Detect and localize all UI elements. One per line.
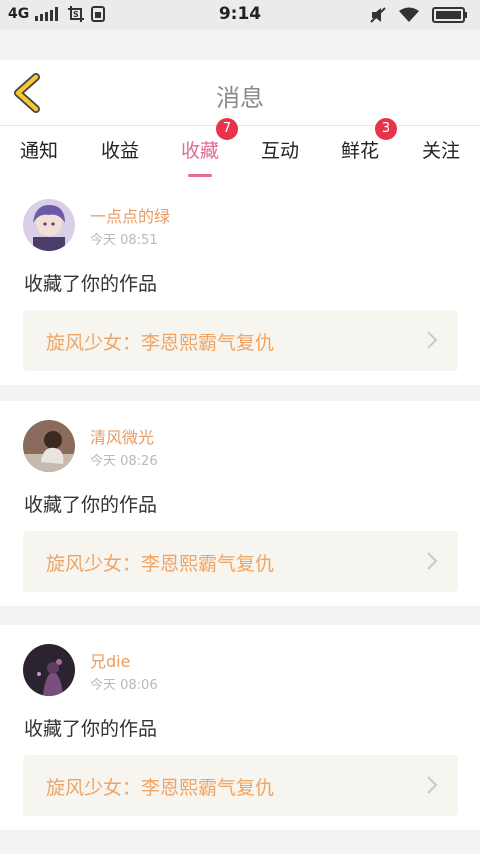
chevron-right-icon xyxy=(427,331,438,349)
avatar[interactable] xyxy=(23,644,75,696)
battery-icon xyxy=(432,7,467,23)
tab-label: 鲜花 xyxy=(340,140,379,162)
work-link[interactable]: 旋风少女：李恩熙霸气复仇 xyxy=(23,310,458,371)
flowers-count-badge: 3 xyxy=(375,118,397,140)
message-tabs: 通知 收益 收藏 7 互动 鲜花 3 关注 xyxy=(0,118,480,180)
tab-label: 收益 xyxy=(100,140,139,162)
tab-label: 通知 xyxy=(19,140,58,162)
message-card: 一点点的绿 今天 08:51 收藏了你的作品 旋风少女：李恩熙霸气复仇 xyxy=(0,180,480,385)
username[interactable]: 一点点的绿 xyxy=(90,203,170,227)
tab-label: 关注 xyxy=(421,140,460,162)
status-right xyxy=(370,6,468,24)
status-bar: 4G S 9:14 xyxy=(0,0,480,30)
message-text: 收藏了你的作品 xyxy=(24,718,158,740)
message-card: 兄die 今天 08:06 收藏了你的作品 旋风少女：李恩熙霸气复仇 xyxy=(0,625,480,830)
work-link[interactable]: 旋风少女：李恩熙霸气复仇 xyxy=(23,755,458,816)
timestamp: 今天 08:26 xyxy=(90,454,158,469)
avatar[interactable] xyxy=(23,199,75,251)
page-title: 消息 xyxy=(216,84,264,112)
nav-bar: 消息 xyxy=(0,60,480,126)
top-spacer xyxy=(0,30,480,60)
chevron-right-icon xyxy=(427,776,438,794)
tab-earnings[interactable]: 收益 xyxy=(90,136,150,174)
work-link[interactable]: 旋风少女：李恩熙霸气复仇 xyxy=(23,531,458,592)
favorites-count-badge: 7 xyxy=(216,118,238,140)
tab-notifications[interactable]: 通知 xyxy=(9,136,69,174)
active-tab-indicator xyxy=(188,174,212,177)
message-card: 清风微光 今天 08:26 收藏了你的作品 旋风少女：李恩熙霸气复仇 xyxy=(0,401,480,606)
tab-label: 互动 xyxy=(260,140,299,162)
tab-interactions[interactable]: 互动 xyxy=(250,136,310,174)
tab-flowers[interactable]: 鲜花 xyxy=(330,136,390,174)
mute-icon xyxy=(370,7,386,23)
tab-label: 收藏 xyxy=(180,140,219,162)
wifi-icon xyxy=(399,7,419,22)
tab-follows[interactable]: 关注 xyxy=(411,136,471,174)
work-title: 旋风少女：李恩熙霸气复仇 xyxy=(46,777,275,799)
timestamp: 今天 08:51 xyxy=(90,233,158,248)
message-text: 收藏了你的作品 xyxy=(24,273,158,295)
chevron-right-icon xyxy=(427,552,438,570)
timestamp: 今天 08:06 xyxy=(90,678,158,693)
username[interactable]: 清风微光 xyxy=(90,424,154,448)
message-text: 收藏了你的作品 xyxy=(24,494,158,516)
avatar[interactable] xyxy=(23,420,75,472)
work-title: 旋风少女：李恩熙霸气复仇 xyxy=(46,553,275,575)
work-title: 旋风少女：李恩熙霸气复仇 xyxy=(46,332,275,354)
tab-favorites[interactable]: 收藏 xyxy=(170,136,230,177)
username[interactable]: 兄die xyxy=(90,648,130,672)
